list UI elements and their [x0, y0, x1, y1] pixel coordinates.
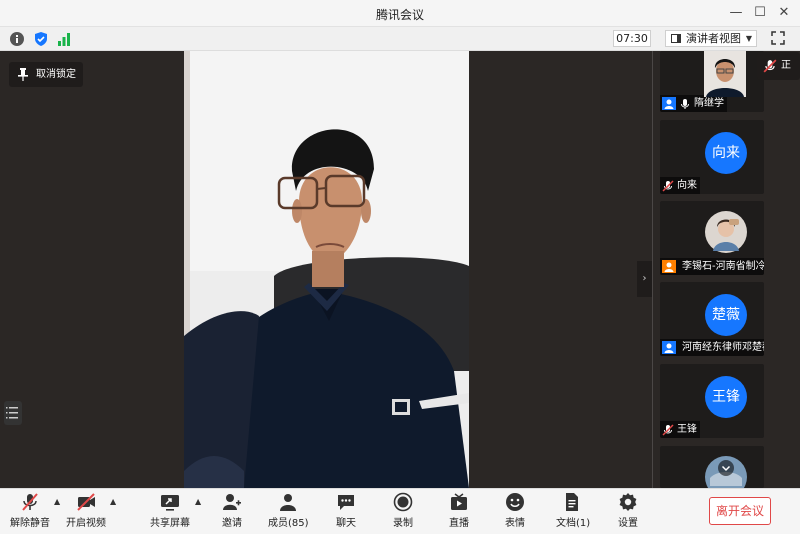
live-button[interactable]: 直播: [447, 492, 471, 532]
add-user-icon: [223, 494, 241, 510]
participant-label: 河南经东律师邓楚薇: [660, 339, 764, 356]
participant-label: 隋继学: [660, 95, 727, 112]
record-label: 录制: [393, 518, 413, 529]
participant-tile[interactable]: [660, 446, 764, 488]
bottom-toolbar: 解除静音 ▲ 开启视频 ▲ 共享屏幕 ▲ 邀请 成员(85) 聊天 录制 直播 …: [0, 488, 800, 534]
maximize-button[interactable]: ☐: [751, 4, 769, 22]
list-icon: [6, 407, 18, 419]
avatar: 王锋: [705, 376, 747, 418]
emoji-icon: [506, 493, 524, 511]
unlock-label: 取消锁定: [36, 69, 76, 80]
participant-name: 河南经东律师邓楚薇: [682, 342, 764, 353]
members-button[interactable]: 成员(85): [268, 492, 309, 532]
collapse-panel-button[interactable]: ›: [637, 261, 652, 297]
unlock-pin-button[interactable]: 取消锁定: [9, 62, 83, 87]
top-toolbar: 07:30 演讲者视图 ▼: [0, 27, 800, 51]
microphone-muted-icon: [662, 179, 674, 192]
info-icon[interactable]: [9, 31, 25, 47]
meeting-timer: 07:30: [613, 30, 651, 47]
main-video-area: 取消锁定 ›: [0, 51, 652, 488]
documents-label: 文档(1): [556, 518, 591, 529]
minimize-button[interactable]: —: [727, 4, 745, 22]
window-title: 腾讯会议: [375, 8, 424, 22]
settings-label: 设置: [618, 518, 638, 529]
participant-name: 隋继学: [694, 98, 724, 109]
chat-icon: [338, 495, 354, 510]
share-screen-button[interactable]: 共享屏幕: [150, 492, 190, 532]
share-screen-icon: [161, 495, 179, 511]
shield-icon[interactable]: [33, 31, 49, 47]
speaker-video-frame: [184, 51, 469, 488]
start-video-label: 开启视频: [66, 518, 106, 529]
chat-label: 聊天: [336, 518, 356, 529]
participant-tile[interactable]: 楚薇 河南经东律师邓楚薇: [660, 282, 764, 356]
user-icon: [662, 260, 676, 273]
view-mode-label: 演讲者视图: [686, 32, 741, 45]
participant-label: 王锋: [660, 421, 700, 438]
audio-options-caret[interactable]: ▲: [54, 497, 60, 506]
participant-label: 李锡石-河南省制冷...: [660, 258, 764, 275]
participant-name: 王锋: [677, 424, 697, 435]
share-options-caret[interactable]: ▲: [195, 497, 201, 506]
reactions-button[interactable]: 表情: [503, 492, 527, 532]
participant-tile[interactable]: 李锡石-河南省制冷...: [660, 201, 764, 275]
microphone-muted-icon: [763, 59, 777, 73]
members-icon: [280, 494, 296, 511]
pin-icon: [18, 68, 28, 81]
self-mute-indicator[interactable]: 正: [757, 52, 800, 80]
user-icon: [662, 97, 676, 110]
reactions-label: 表情: [505, 518, 525, 529]
fullscreen-icon[interactable]: [771, 31, 785, 45]
leave-meeting-button[interactable]: 离开会议: [709, 497, 771, 525]
avatar: 楚薇: [705, 294, 747, 336]
share-screen-label: 共享屏幕: [150, 518, 190, 529]
members-label: 成员(85): [268, 518, 309, 529]
participant-label: 向来: [660, 177, 700, 194]
record-icon: [393, 492, 413, 512]
self-video-thumbnail[interactable]: [704, 51, 746, 97]
invite-label: 邀请: [222, 518, 242, 529]
participant-tile[interactable]: 向来 向来: [660, 120, 764, 194]
participant-list-toggle[interactable]: [4, 401, 22, 425]
live-label: 直播: [449, 518, 469, 529]
chat-button[interactable]: 聊天: [334, 492, 358, 532]
document-icon: [566, 493, 578, 511]
unmute-button[interactable]: 解除静音: [10, 492, 50, 532]
participant-tile[interactable]: 王锋 王锋: [660, 364, 764, 438]
signal-icon[interactable]: [56, 31, 72, 47]
close-button[interactable]: ✕: [775, 4, 793, 22]
speaker-video: [184, 51, 469, 488]
microphone-muted-icon: [22, 493, 38, 511]
settings-button[interactable]: 设置: [616, 492, 640, 532]
chevron-down-icon[interactable]: [718, 460, 734, 476]
speaker-view-icon: [671, 34, 681, 43]
avatar: 向来: [705, 132, 747, 174]
documents-button[interactable]: 文档(1): [556, 492, 591, 532]
start-video-button[interactable]: 开启视频: [66, 492, 106, 532]
participant-photo: [705, 211, 747, 253]
live-stream-icon: [451, 493, 467, 510]
invite-button[interactable]: 邀请: [218, 492, 246, 532]
self-video-frame: [704, 51, 746, 97]
video-options-caret[interactable]: ▲: [110, 497, 116, 506]
view-mode-dropdown[interactable]: 演讲者视图 ▼: [665, 30, 757, 47]
chevron-down-icon: ▼: [745, 34, 752, 43]
record-button[interactable]: 录制: [391, 492, 415, 532]
gear-icon: [619, 493, 637, 511]
unmute-label: 解除静音: [10, 518, 50, 529]
self-mute-label: 正: [781, 60, 791, 71]
participant-panel: 隋继学 向来 向来 李锡石-河南省制冷... 楚薇 河南经东律师邓楚薇: [652, 51, 800, 488]
microphone-icon: [681, 98, 689, 109]
camera-off-icon: [77, 493, 95, 511]
participant-name: 李锡石-河南省制冷...: [682, 261, 764, 272]
participant-name: 向来: [677, 180, 697, 191]
microphone-muted-icon: [662, 423, 674, 436]
title-bar: 腾讯会议 — ☐ ✕: [0, 0, 800, 27]
user-icon: [662, 341, 676, 354]
